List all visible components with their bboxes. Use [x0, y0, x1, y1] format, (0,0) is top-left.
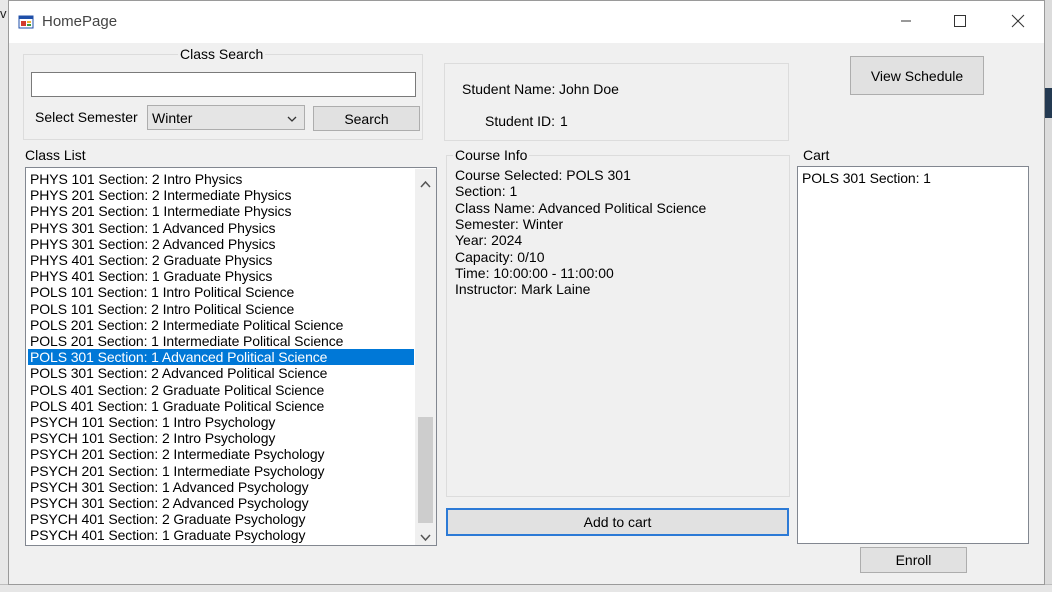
class-list-item[interactable]: POLS 401 Section: 2 Graduate Political S…: [28, 382, 414, 398]
class-list-item[interactable]: POLS 101 Section: 2 Intro Political Scie…: [28, 301, 414, 317]
background-taskbar: [0, 584, 1052, 592]
class-list-item[interactable]: PHYS 301 Section: 2 Advanced Physics: [28, 236, 414, 252]
course-year-text: Year: 2024: [455, 232, 523, 248]
class-list-item[interactable]: POLS 201 Section: 2 Intermediate Politic…: [28, 317, 414, 333]
cart-list[interactable]: POLS 301 Section: 1: [797, 166, 1029, 544]
class-list-item[interactable]: POLS 401 Section: 1 Graduate Political S…: [28, 398, 414, 414]
close-button[interactable]: [995, 1, 1041, 43]
scroll-thumb[interactable]: [418, 417, 433, 523]
class-list-item[interactable]: PSYCH 201 Section: 2 Intermediate Psycho…: [28, 446, 414, 462]
class-list-item[interactable]: PHYS 101 Section: 2 Intro Physics: [28, 171, 414, 187]
student-id-value: 1: [560, 113, 568, 129]
title-bar[interactable]: HomePage: [9, 1, 1044, 43]
chevron-down-icon: [286, 112, 298, 128]
scroll-up-icon[interactable]: [420, 175, 431, 191]
class-list-item-selected[interactable]: POLS 301 Section: 1 Advanced Political S…: [28, 349, 414, 366]
app-icon: [18, 14, 34, 30]
class-list-item[interactable]: PHYS 201 Section: 2 Intermediate Physics: [28, 187, 414, 203]
window-title: HomePage: [42, 13, 118, 30]
course-instructor-text: Instructor: Mark Laine: [455, 281, 591, 297]
enroll-button[interactable]: Enroll: [860, 547, 967, 573]
view-schedule-button[interactable]: View Schedule: [850, 56, 984, 95]
select-semester-label: Select Semester: [35, 109, 138, 125]
class-list-scrollbar[interactable]: [415, 169, 436, 545]
class-list-item[interactable]: PSYCH 201 Section: 1 Intermediate Psycho…: [28, 463, 414, 479]
student-name-value: John Doe: [559, 81, 619, 97]
class-list-item[interactable]: POLS 101 Section: 1 Intro Political Scie…: [28, 284, 414, 300]
course-section-text: Section: 1: [455, 183, 518, 199]
student-name-label: Student Name:: [462, 81, 556, 97]
class-list-item[interactable]: PSYCH 301 Section: 1 Advanced Psychology: [28, 479, 414, 495]
minimize-icon: [900, 14, 912, 30]
cart-item[interactable]: POLS 301 Section: 1: [800, 170, 1026, 186]
course-time-text: Time: 10:00:00 - 11:00:00: [455, 265, 614, 281]
homepage-window: HomePage Class Search Select Semester Wi…: [8, 0, 1045, 585]
class-search-input[interactable]: [31, 72, 416, 97]
class-list-item[interactable]: PHYS 201 Section: 1 Intermediate Physics: [28, 203, 414, 219]
cart-label: Cart: [803, 147, 830, 163]
class-search-title: Class Search: [178, 46, 266, 62]
student-info-group: [444, 63, 789, 141]
minimize-button[interactable]: [883, 1, 929, 43]
maximize-icon: [954, 14, 966, 30]
class-list-label: Class List: [25, 147, 86, 163]
class-list-item[interactable]: PSYCH 101 Section: 1 Intro Psychology: [28, 414, 414, 430]
scroll-down-icon[interactable]: [420, 529, 431, 545]
class-list-item[interactable]: PHYS 401 Section: 1 Graduate Physics: [28, 268, 414, 284]
class-list-item[interactable]: POLS 301 Section: 2 Advanced Political S…: [28, 365, 414, 381]
search-button[interactable]: Search: [313, 106, 420, 131]
add-to-cart-button[interactable]: Add to cart: [446, 508, 789, 536]
class-list-item[interactable]: PSYCH 401 Section: 2 Graduate Psychology: [28, 511, 414, 527]
close-icon: [1011, 14, 1025, 31]
course-semester-text: Semester: Winter: [455, 216, 564, 232]
class-list-item[interactable]: POLS 201 Section: 1 Intermediate Politic…: [28, 333, 414, 349]
semester-select[interactable]: Winter: [147, 105, 305, 130]
course-selected-text: Course Selected: POLS 301: [455, 167, 631, 183]
background-window-right-accent: [1044, 88, 1052, 118]
class-list-item[interactable]: PSYCH 401 Section: 1 Graduate Psychology: [28, 527, 414, 543]
course-info-body: Course Selected: POLS 301 Section: 1 Cla…: [445, 167, 789, 307]
class-list-item[interactable]: PSYCH 301 Section: 2 Advanced Psychology: [28, 495, 414, 511]
class-list[interactable]: PHYS 101 Section: 2 Intro Physics PHYS 20…: [25, 167, 437, 546]
course-capacity-text: Capacity: 0/10: [455, 249, 545, 265]
student-id-label: Student ID:: [485, 113, 556, 129]
semester-selected-value: Winter: [152, 109, 193, 126]
class-list-item[interactable]: PHYS 301 Section: 1 Advanced Physics: [28, 220, 414, 236]
course-class-name-text: Class Name: Advanced Political Science: [455, 200, 707, 216]
class-list-item[interactable]: PSYCH 101 Section: 2 Intro Psychology: [28, 430, 414, 446]
class-list-item[interactable]: PHYS 401 Section: 2 Graduate Physics: [28, 252, 414, 268]
maximize-button[interactable]: [937, 1, 983, 43]
course-info-title: Course Info: [453, 147, 530, 163]
background-text: v: [0, 6, 7, 21]
